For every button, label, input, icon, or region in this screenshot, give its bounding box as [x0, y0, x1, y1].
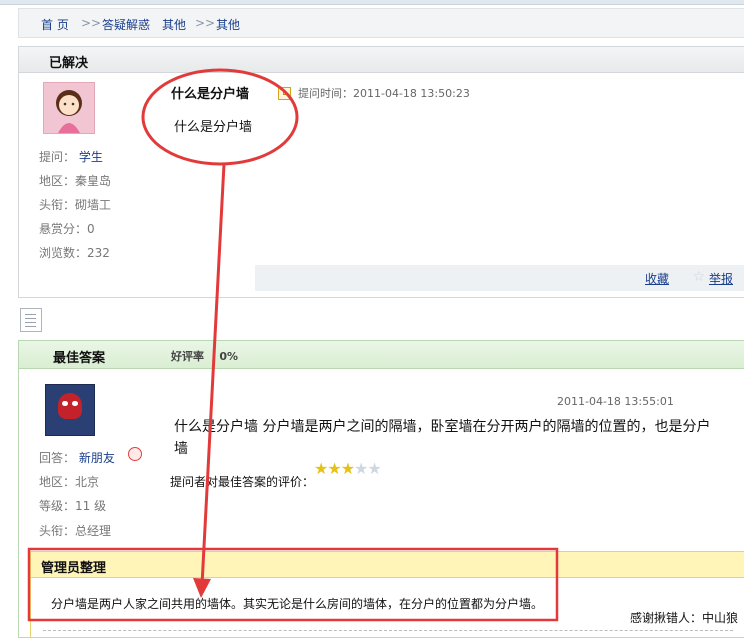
answer-time: 2011-04-18 13:55:01 — [557, 395, 674, 408]
question-time-value: 2011-04-18 13:50:23 — [353, 87, 470, 100]
star-empty-icon: ★ — [367, 459, 381, 478]
breadcrumb: 首 页 >> 答疑解惑 其他 >> 其他 — [18, 8, 744, 38]
question-actions: 收藏 ☆ 举报 — [255, 265, 744, 291]
admin-note-title: 管理员整理 — [41, 561, 107, 576]
answerer-rank: 头衔：总经理 — [39, 524, 112, 538]
breadcrumb-category[interactable]: 答疑解惑 — [102, 18, 150, 32]
breadcrumb-separator: >> — [81, 16, 102, 30]
question-title: 什么是分户墙 — [171, 87, 250, 102]
breadcrumb-subcategory[interactable]: 其他 — [162, 18, 186, 32]
star-filled-icon: ★ — [314, 459, 328, 478]
rating: 好评率 0% — [171, 348, 238, 364]
rating-label: 好评率 — [171, 350, 204, 363]
report-button[interactable]: 举报 — [709, 270, 733, 287]
answerer-region: 地区：北京 — [39, 475, 100, 489]
star-filled-icon: ★ — [327, 459, 341, 478]
star-filled-icon: ★ — [340, 459, 355, 478]
answerer-name-link[interactable]: 新朋友 — [79, 451, 115, 465]
asker-avatar[interactable] — [43, 82, 95, 134]
star-icon: ☆ — [692, 269, 705, 285]
breadcrumb-current[interactable]: 其他 — [216, 18, 240, 32]
divider — [43, 630, 733, 631]
asker-name-link[interactable]: 学生 — [79, 150, 103, 164]
question-body: 什么是分户墙 — [174, 120, 253, 135]
rating-stars: ★★★★★ — [314, 459, 382, 478]
breadcrumb-separator: >> — [195, 16, 216, 30]
asker-label: 提问： — [39, 150, 76, 164]
admin-note-panel: 管理员整理 分户墙是两户人家之间共用的墙体。其实无论是什么房间的墙体，在分户的位… — [30, 551, 744, 638]
admin-note-thanks: 感谢揪错人：中山狼 — [630, 611, 739, 625]
rating-value: 0% — [219, 350, 239, 363]
answer-body: 什么是分户墙 分户墙是两户之间的隔墙，卧室墙在分开两户的隔墙的位置的，也是分户墙 — [174, 419, 711, 457]
best-answer-header: 最佳答案 好评率 0% — [19, 341, 744, 369]
breadcrumb-home[interactable]: 首 页 — [41, 18, 69, 32]
star-empty-icon: ★ — [354, 459, 368, 478]
girl-avatar-icon — [56, 90, 82, 133]
admin-note-body: 分户墙是两户人家之间共用的墙体。其实无论是什么房间的墙体，在分户的位置都为分户墙… — [51, 597, 544, 611]
question-header: 已解决 — [19, 47, 744, 73]
evaluation-label: 提问者对最佳答案的评价： — [170, 475, 315, 489]
answerer-avatar[interactable] — [45, 384, 95, 436]
top-strip — [0, 0, 744, 5]
question-time: 提问时间：2011-04-18 13:50:23 — [298, 85, 470, 101]
question-time-label: 提问时间： — [298, 87, 353, 100]
best-answer-title: 最佳答案 — [53, 351, 106, 366]
question-panel: 已解决 提问： 学生 地区：秦皇岛 头衔：砌墙工 悬赏分：0 浏览数：232 什… — [18, 46, 744, 298]
admin-note-header: 管理员整理 — [31, 552, 744, 578]
answerer-level: 等级：11 级 — [39, 499, 107, 513]
question-views: 浏览数：232 — [39, 246, 110, 260]
clock-icon — [278, 87, 291, 100]
document-icon[interactable] — [20, 308, 42, 332]
asker-region: 地区：秦皇岛 — [39, 174, 112, 188]
answerer-line: 回答： 新朋友 — [39, 449, 115, 466]
asker-line: 提问： 学生 — [39, 148, 103, 165]
question-bounty: 悬赏分：0 — [39, 222, 95, 236]
favorite-button[interactable]: 收藏 — [645, 270, 669, 287]
asker-rank: 头衔：砌墙工 — [39, 198, 112, 212]
answerer-label: 回答： — [39, 451, 76, 465]
user-badge-icon — [128, 447, 142, 461]
question-status: 已解决 — [49, 56, 89, 71]
